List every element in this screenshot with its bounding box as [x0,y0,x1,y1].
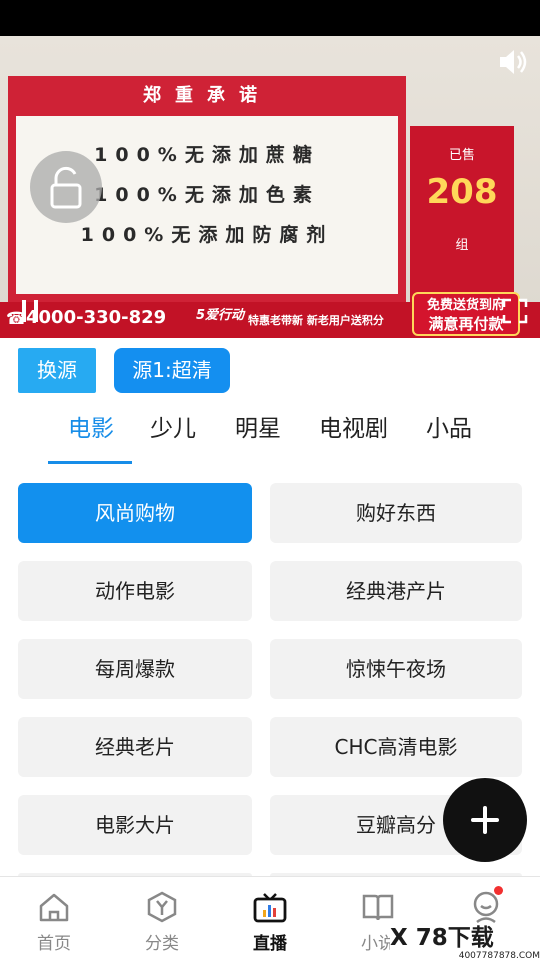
channel-item[interactable]: 风尚购物 [18,483,252,543]
promise-line: 100%无添加防腐剂 [80,224,334,246]
volume-icon[interactable] [496,46,530,78]
tab-movie[interactable]: 电影 [68,408,114,450]
add-button[interactable] [443,778,527,862]
unlock-icon [50,166,82,209]
channel-item[interactable]: 每周爆款 [18,639,252,699]
current-source-button[interactable]: 源1:超清 [114,348,230,393]
fullscreen-icon[interactable] [502,298,528,324]
watermark: X 78下载 4007787878.COM [390,924,540,961]
pause-icon[interactable] [18,298,42,324]
tab-kids[interactable]: 少儿 [150,408,196,450]
video-ticker: ☎ 4000-330-829 5爱行动 特惠老带新 新老用户送积分 免费送货到府… [0,292,540,338]
sold-panel: 已售 208 组 [410,126,514,302]
nav-label: 首页 [37,934,71,954]
tab-stars[interactable]: 明星 [235,408,281,450]
promise-board-title: 郑重承诺 [143,85,271,106]
category-tabs: 电影 少儿 明星 电视剧 小品 [0,408,540,466]
channel-item[interactable]: 动作电影 [18,561,252,621]
nav-home[interactable]: 首页 [0,877,108,961]
channel-item[interactable]: CHC高清电影 [270,717,522,777]
ticker-phone: 4000-330-829 [26,307,167,328]
sold-unit: 组 [455,238,469,253]
nav-label: 直播 [253,934,287,954]
nav-label: 分类 [145,934,179,954]
channel-item[interactable]: 电影大片 [18,795,252,855]
status-bar [0,0,540,36]
watermark-logo: X 78下载 [390,925,494,951]
channel-item[interactable]: 购好东西 [270,483,522,543]
nav-live[interactable]: 直播 [216,877,324,961]
book-icon [362,894,394,921]
sold-label: 已售 [448,148,475,163]
tab-sketch[interactable]: 小品 [426,408,472,450]
channel-item[interactable]: 惊悚午夜场 [270,639,522,699]
channel-item[interactable]: 经典港产片 [270,561,522,621]
plus-icon-stroke [483,806,487,834]
sold-count: 208 [426,172,498,212]
nav-category[interactable]: 分类 [108,877,216,961]
tab-tv-series[interactable]: 电视剧 [319,408,388,450]
home-icon [39,893,69,922]
tab-indicator [48,461,132,464]
ticker-promo: 特惠老带新 新老用户送积分 [248,314,384,327]
ticker-tag: 5爱行动 [196,308,245,323]
category-icon [147,891,177,923]
live-tv-icon [253,893,287,923]
switch-source-button[interactable]: 换源 [18,348,96,393]
video-player[interactable]: 郑重承诺 100%无添加蔗糖 100%无添加色素 100%无添加防腐剂 已售 2… [0,36,540,338]
lock-button[interactable] [30,151,102,223]
channel-item[interactable]: 经典老片 [18,717,252,777]
source-row: 换源 源1:超清 [0,348,540,394]
notification-dot [494,886,503,895]
